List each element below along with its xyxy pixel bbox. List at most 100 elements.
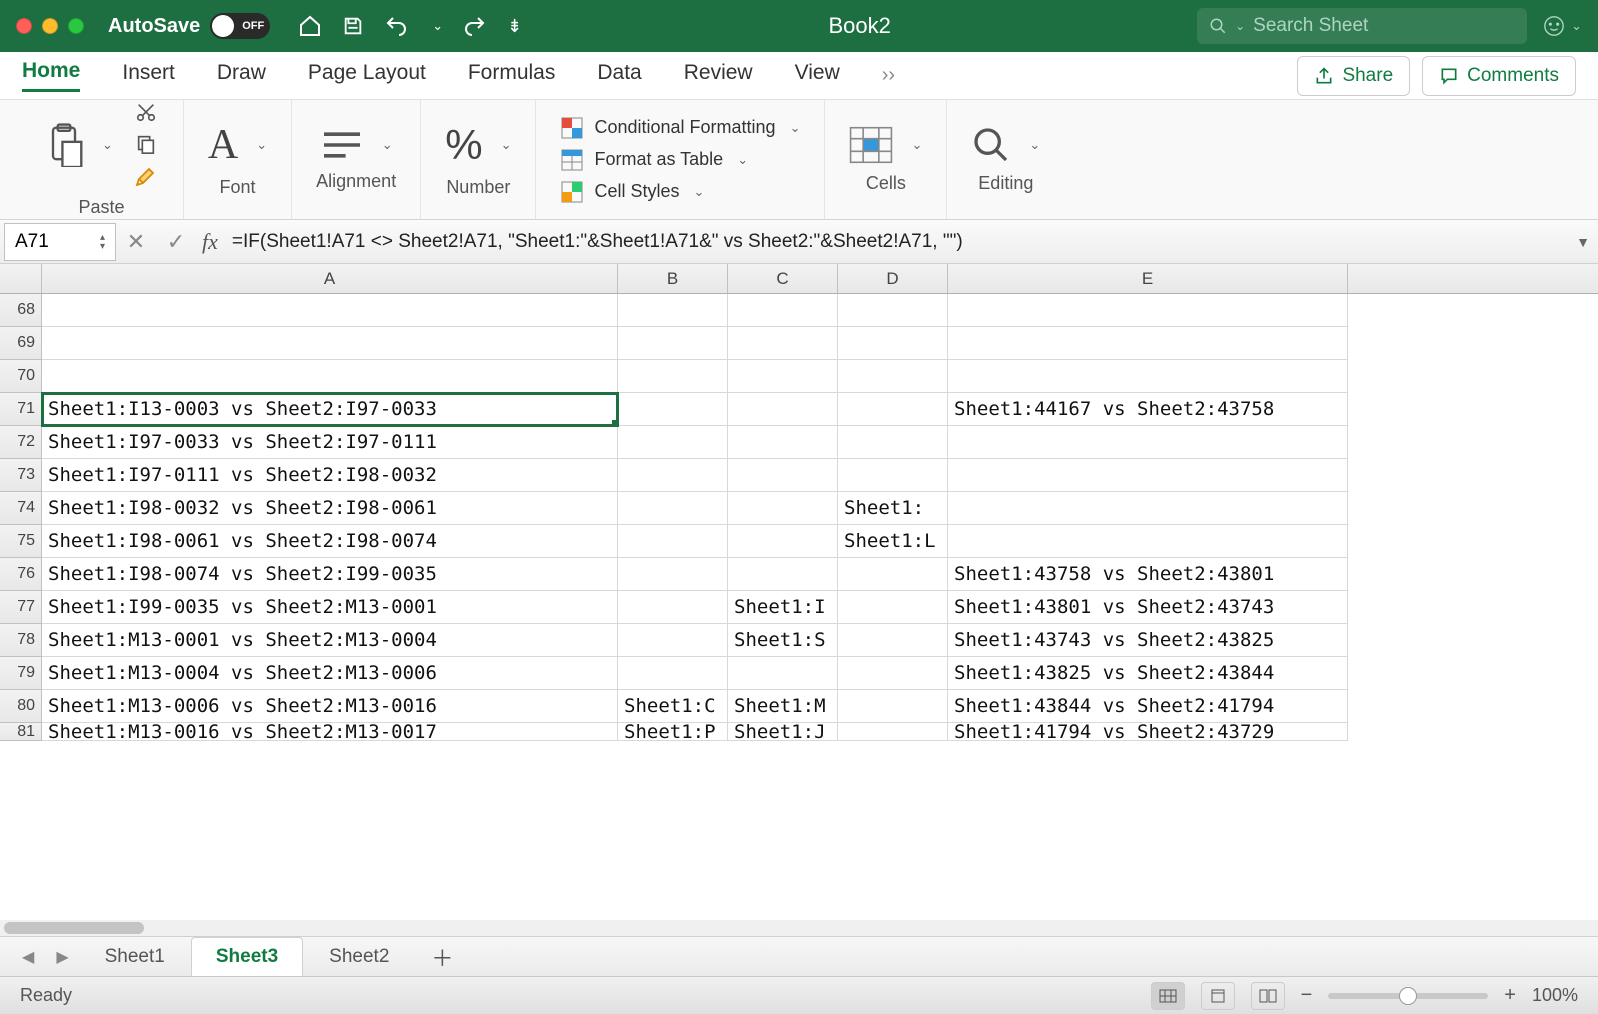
- tab-home[interactable]: Home: [22, 59, 80, 92]
- cell-E81[interactable]: Sheet1:41794 vs Sheet2:43729: [948, 723, 1348, 741]
- row-header[interactable]: 74: [0, 492, 42, 525]
- tab-data[interactable]: Data: [597, 61, 641, 91]
- cell-A81[interactable]: Sheet1:M13-0016 vs Sheet2:M13-0017: [42, 723, 618, 741]
- cell-C72[interactable]: [728, 426, 838, 459]
- add-sheet-button[interactable]: ＋: [415, 941, 469, 973]
- row-header[interactable]: 75: [0, 525, 42, 558]
- minimize-window-button[interactable]: [42, 18, 58, 34]
- cell-E69[interactable]: [948, 327, 1348, 360]
- cell-B69[interactable]: [618, 327, 728, 360]
- row-header[interactable]: 68: [0, 294, 42, 327]
- view-page-layout-button[interactable]: [1201, 982, 1235, 1010]
- cell-E75[interactable]: [948, 525, 1348, 558]
- cell-E76[interactable]: Sheet1:43758 vs Sheet2:43801: [948, 558, 1348, 591]
- cell-B72[interactable]: [618, 426, 728, 459]
- tabs-overflow-icon[interactable]: ››: [882, 64, 895, 87]
- accept-formula-icon[interactable]: ✓: [156, 229, 196, 255]
- redo-icon[interactable]: [463, 14, 487, 38]
- row-header[interactable]: 79: [0, 657, 42, 690]
- cell-A77[interactable]: Sheet1:I99-0035 vs Sheet2:M13-0001: [42, 591, 618, 624]
- cell-B71[interactable]: [618, 393, 728, 426]
- cell-B79[interactable]: [618, 657, 728, 690]
- select-all-corner[interactable]: [0, 264, 42, 293]
- cell-D81[interactable]: [838, 723, 948, 741]
- cell-styles-button[interactable]: Cell Styles ⌄: [560, 180, 704, 204]
- formula-input[interactable]: [224, 231, 1568, 253]
- cut-icon[interactable]: [135, 101, 159, 123]
- editing-dropdown-icon[interactable]: ⌄: [1029, 137, 1040, 153]
- column-header[interactable]: D: [838, 264, 948, 293]
- cell-E70[interactable]: [948, 360, 1348, 393]
- cell-E77[interactable]: Sheet1:43801 vs Sheet2:43743: [948, 591, 1348, 624]
- tab-insert[interactable]: Insert: [122, 61, 175, 91]
- column-header[interactable]: E: [948, 264, 1348, 293]
- cell-B77[interactable]: [618, 591, 728, 624]
- cell-C75[interactable]: [728, 525, 838, 558]
- cell-C79[interactable]: [728, 657, 838, 690]
- sheet-nav-prev-icon[interactable]: ◀: [12, 947, 44, 967]
- cell-C77[interactable]: Sheet1:I: [728, 591, 838, 624]
- cell-E68[interactable]: [948, 294, 1348, 327]
- tab-review[interactable]: Review: [684, 61, 753, 91]
- cell-A80[interactable]: Sheet1:M13-0006 vs Sheet2:M13-0016: [42, 690, 618, 723]
- sheet-tab-sheet3[interactable]: Sheet3: [191, 937, 303, 976]
- cell-E71[interactable]: Sheet1:44167 vs Sheet2:43758: [948, 393, 1348, 426]
- column-header[interactable]: B: [618, 264, 728, 293]
- horizontal-scrollbar[interactable]: [0, 920, 1598, 936]
- view-page-break-button[interactable]: [1251, 982, 1285, 1010]
- home-icon[interactable]: [298, 14, 322, 38]
- sheet-tab-sheet2[interactable]: Sheet2: [305, 938, 413, 976]
- cell-A68[interactable]: [42, 294, 618, 327]
- cell-D68[interactable]: [838, 294, 948, 327]
- save-icon[interactable]: [342, 15, 364, 37]
- cell-B76[interactable]: [618, 558, 728, 591]
- copy-icon[interactable]: [135, 133, 159, 155]
- tab-formulas[interactable]: Formulas: [468, 61, 556, 91]
- row-header[interactable]: 73: [0, 459, 42, 492]
- paste-dropdown-icon[interactable]: ⌄: [102, 137, 113, 153]
- cell-C78[interactable]: Sheet1:S: [728, 624, 838, 657]
- cell-D73[interactable]: [838, 459, 948, 492]
- zoom-in-button[interactable]: +: [1504, 984, 1516, 1007]
- comments-button[interactable]: Comments: [1422, 56, 1576, 96]
- cell-B74[interactable]: [618, 492, 728, 525]
- scrollbar-thumb[interactable]: [4, 922, 144, 934]
- tab-page-layout[interactable]: Page Layout: [308, 61, 426, 91]
- tab-draw[interactable]: Draw: [217, 61, 266, 91]
- cell-A76[interactable]: Sheet1:I98-0074 vs Sheet2:I99-0035: [42, 558, 618, 591]
- cell-D75[interactable]: Sheet1:L: [838, 525, 948, 558]
- expand-formula-bar-icon[interactable]: ▼: [1568, 234, 1598, 250]
- cell-E74[interactable]: [948, 492, 1348, 525]
- feedback-dropdown-icon[interactable]: ⌄: [1571, 18, 1582, 34]
- cell-C73[interactable]: [728, 459, 838, 492]
- cell-B80[interactable]: Sheet1:C: [618, 690, 728, 723]
- name-box[interactable]: A71 ▴▾: [4, 223, 116, 261]
- cell-A79[interactable]: Sheet1:M13-0004 vs Sheet2:M13-0006: [42, 657, 618, 690]
- cell-C81[interactable]: Sheet1:J: [728, 723, 838, 741]
- toolbar-overflow-icon[interactable]: ⇟: [507, 16, 522, 37]
- cell-A71[interactable]: Sheet1:I13-0003 vs Sheet2:I97-0033: [42, 393, 618, 426]
- autosave-toggle[interactable]: OFF: [210, 13, 270, 39]
- cells-icon[interactable]: [849, 125, 893, 165]
- cell-E72[interactable]: [948, 426, 1348, 459]
- row-header[interactable]: 77: [0, 591, 42, 624]
- search-dropdown-icon[interactable]: ⌄: [1235, 19, 1245, 33]
- cell-C80[interactable]: Sheet1:M: [728, 690, 838, 723]
- row-header[interactable]: 81: [0, 723, 42, 741]
- cell-C76[interactable]: [728, 558, 838, 591]
- alignment-icon[interactable]: [320, 127, 364, 163]
- cell-C70[interactable]: [728, 360, 838, 393]
- cell-D80[interactable]: [838, 690, 948, 723]
- cell-E79[interactable]: Sheet1:43825 vs Sheet2:43844: [948, 657, 1348, 690]
- number-format-icon[interactable]: %: [445, 121, 482, 169]
- cell-B70[interactable]: [618, 360, 728, 393]
- font-icon[interactable]: A: [208, 121, 238, 169]
- cell-D72[interactable]: [838, 426, 948, 459]
- row-header[interactable]: 70: [0, 360, 42, 393]
- column-header[interactable]: A: [42, 264, 618, 293]
- conditional-formatting-button[interactable]: Conditional Formatting ⌄: [560, 116, 800, 140]
- cell-C68[interactable]: [728, 294, 838, 327]
- cell-E73[interactable]: [948, 459, 1348, 492]
- cell-B75[interactable]: [618, 525, 728, 558]
- cell-D77[interactable]: [838, 591, 948, 624]
